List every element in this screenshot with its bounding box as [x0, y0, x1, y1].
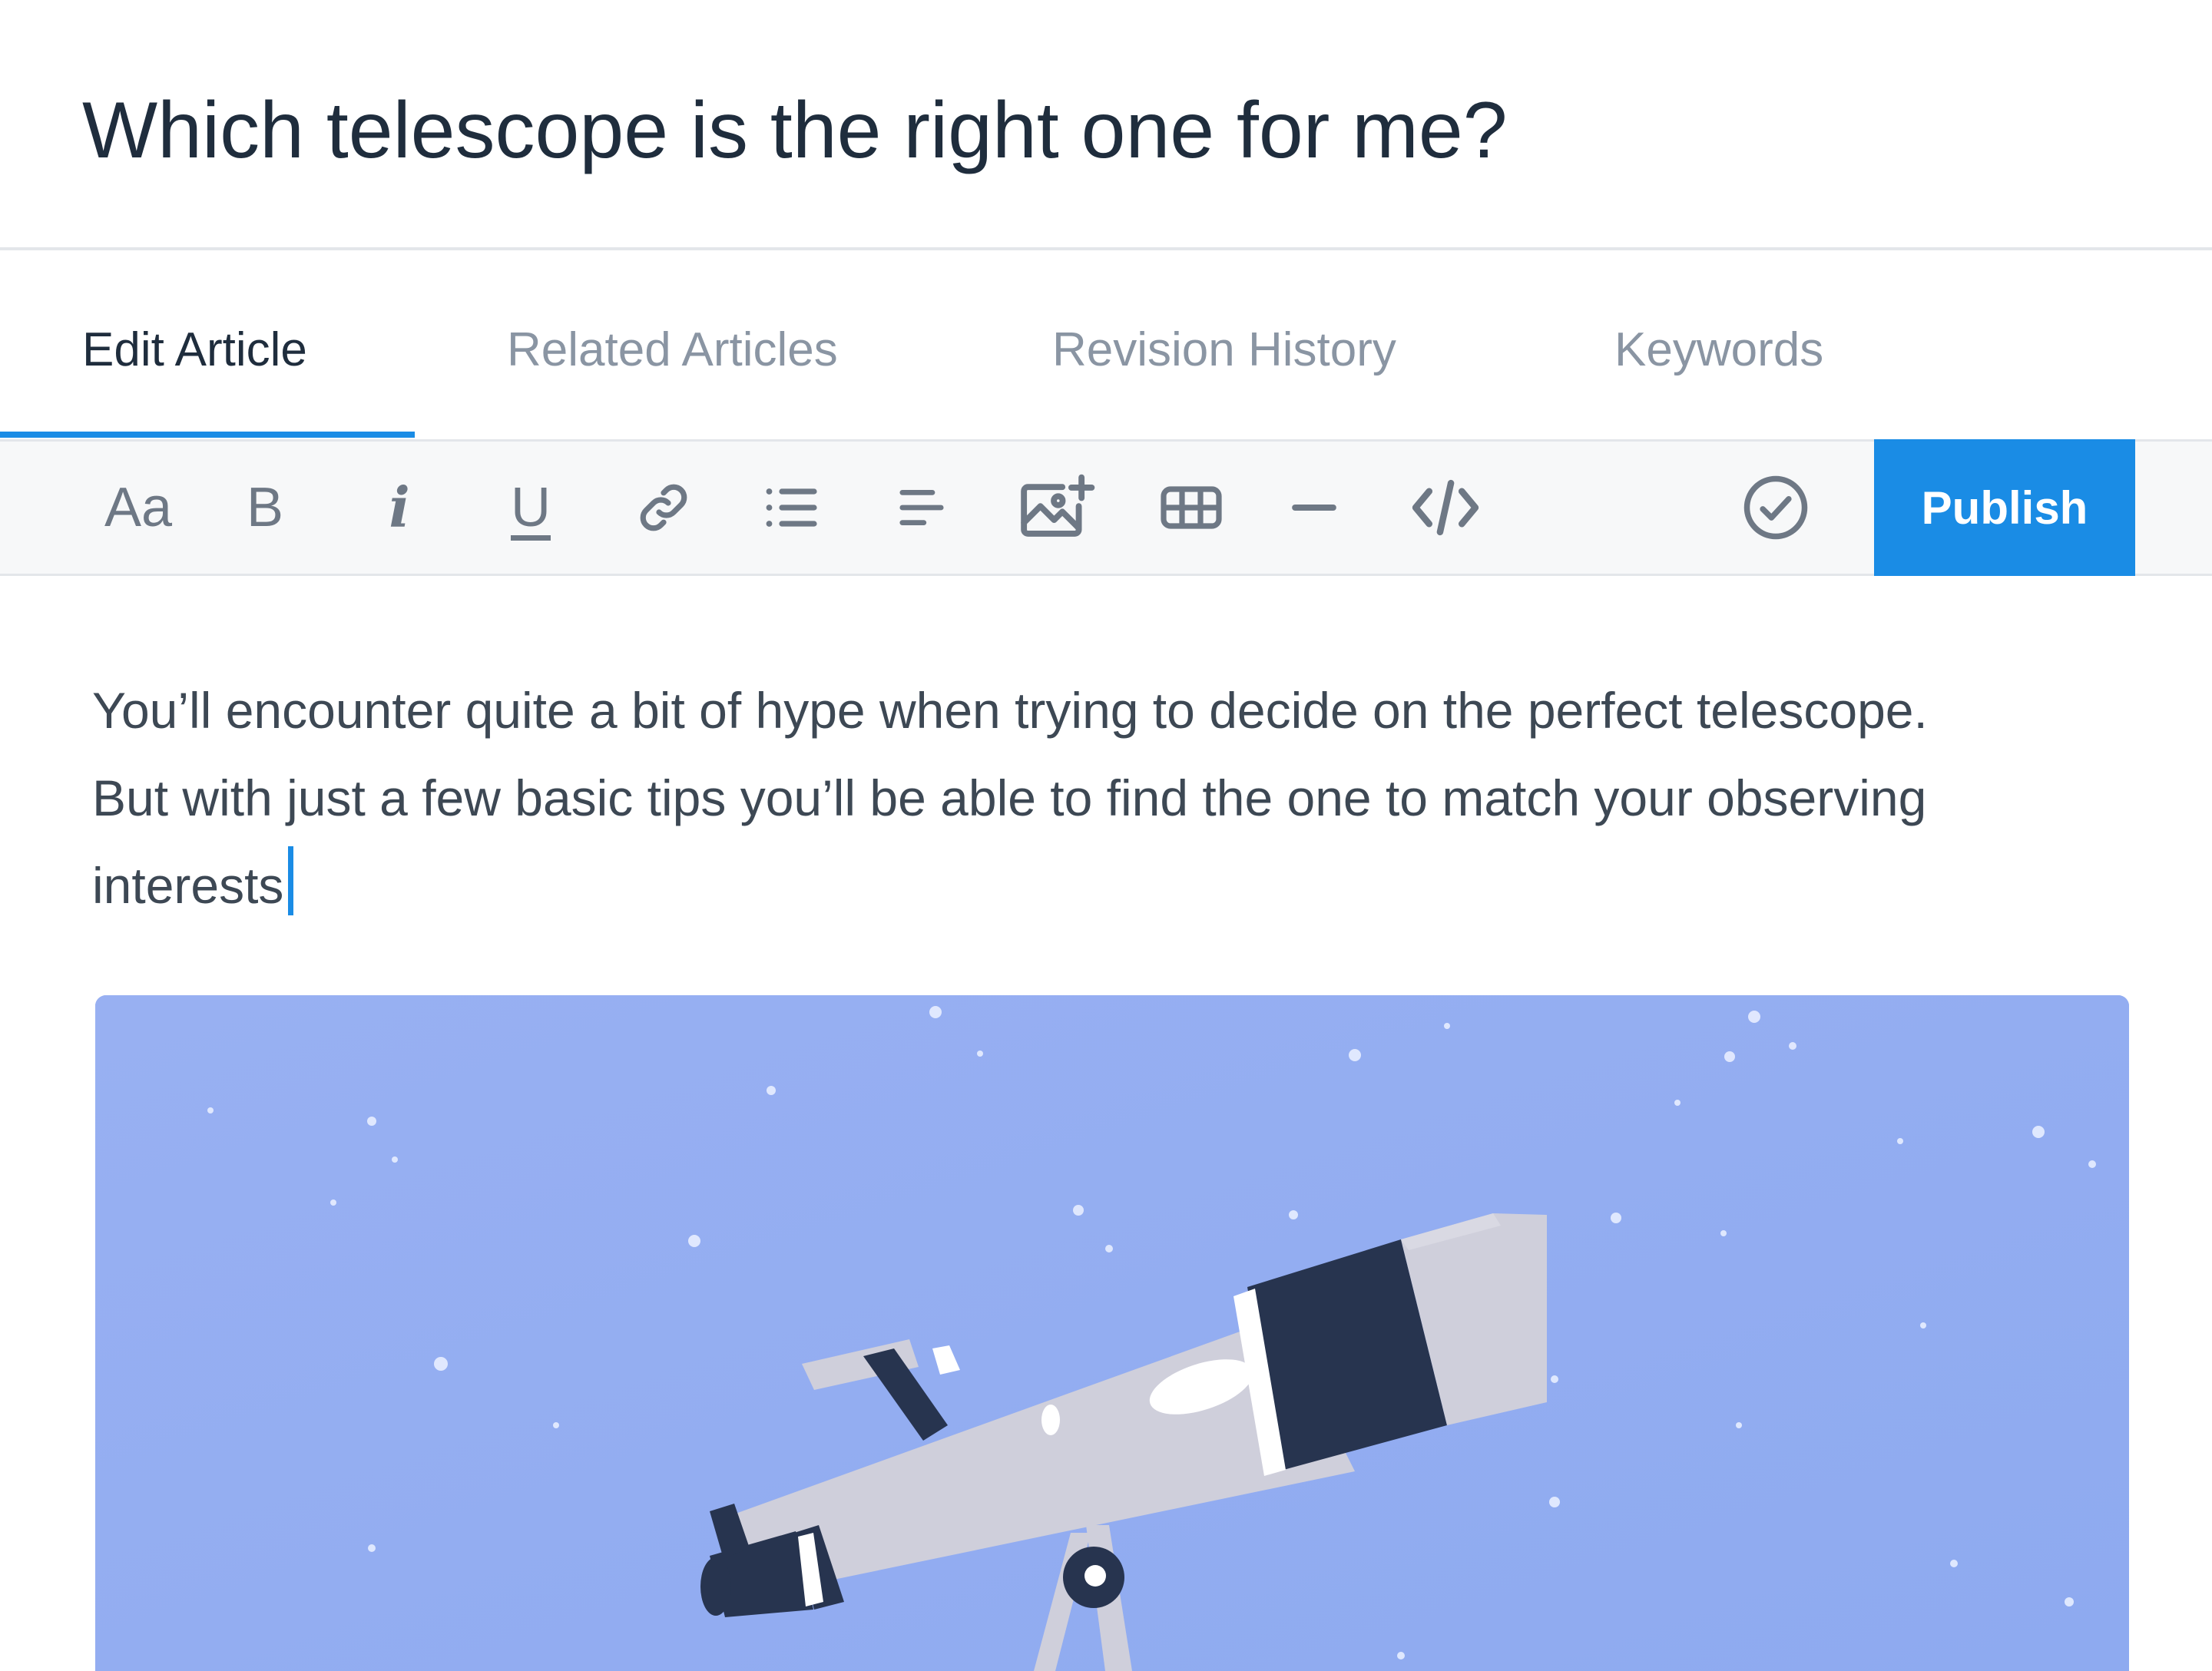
bold-icon: B [246, 477, 284, 538]
insert-table-button[interactable] [1157, 442, 1226, 574]
link-icon [640, 484, 687, 531]
telescope-illustration [95, 995, 2129, 1671]
insert-image-icon [1021, 474, 1095, 537]
body-line-1: You’ll encounter quite a bit of hype whe… [92, 682, 1928, 739]
align-left-button[interactable] [891, 442, 952, 574]
publish-button[interactable]: Publish [1874, 439, 2135, 576]
article-image[interactable] [95, 995, 2129, 1671]
insert-image-button[interactable] [1018, 442, 1095, 574]
code-icon [1412, 479, 1479, 536]
italic-button[interactable]: i [376, 442, 422, 574]
article-editor: Which telescope is the right one for me?… [0, 0, 2212, 1671]
italic-icon: i [389, 475, 410, 540]
link-button[interactable] [633, 442, 694, 574]
active-tab-indicator [0, 432, 415, 438]
body-line-3-text: interests [92, 857, 284, 914]
code-button[interactable] [1407, 442, 1484, 574]
horizontal-rule-button[interactable] [1287, 442, 1341, 574]
tab-bar: Edit Article Related Articles Revision H… [0, 250, 2212, 441]
horizontal-rule-icon [1292, 504, 1336, 511]
font-size-icon: Aa [104, 477, 173, 538]
article-title[interactable]: Which telescope is the right one for me? [82, 77, 1508, 184]
tab-related-articles[interactable]: Related Articles [507, 319, 838, 381]
check-button[interactable] [1739, 442, 1813, 574]
tab-edit-article[interactable]: Edit Article [82, 319, 307, 381]
underline-button[interactable]: U [504, 442, 558, 574]
tab-revision-history[interactable]: Revision History [1052, 319, 1396, 381]
article-body-editor[interactable]: You’ll encounter quite a bit of hype whe… [92, 667, 2151, 929]
bold-button[interactable]: B [238, 442, 292, 574]
text-caret [288, 846, 294, 915]
bulleted-list-button[interactable] [760, 442, 822, 574]
font-size-button[interactable]: Aa [100, 442, 177, 574]
check-circle-icon [1743, 475, 1808, 540]
underline-icon: U [511, 477, 551, 538]
body-line-2: But with just a few basic tips you’ll be… [92, 769, 1927, 826]
tab-keywords[interactable]: Keywords [1614, 319, 1823, 381]
bulleted-list-icon [766, 488, 817, 527]
body-line-3: interests [92, 842, 2151, 929]
align-left-icon [899, 490, 944, 525]
table-icon [1161, 486, 1222, 529]
